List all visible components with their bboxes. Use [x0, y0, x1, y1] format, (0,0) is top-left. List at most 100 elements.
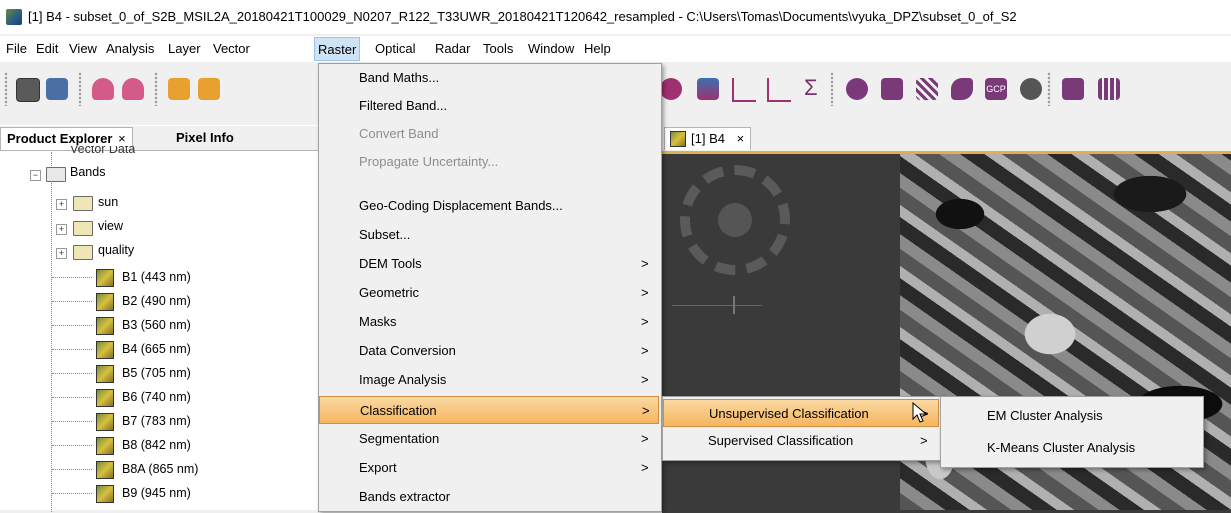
undo-icon[interactable]: [92, 78, 114, 100]
band-icon: [96, 437, 114, 455]
mouse-cursor-icon: [912, 402, 928, 423]
info-icon[interactable]: [660, 78, 682, 100]
expand-icon[interactable]: +: [56, 199, 67, 210]
tree-branch: [52, 469, 92, 470]
band-icon: [96, 485, 114, 503]
tree-item-bands[interactable]: Bands: [70, 160, 105, 184]
tree-item-sun[interactable]: sun: [98, 190, 118, 214]
statistics-icon[interactable]: [697, 78, 719, 100]
menu-item-label: K-Means Cluster Analysis: [987, 440, 1136, 455]
submenu-arrow-icon: >: [641, 372, 649, 387]
menu-item-masks[interactable]: Masks >: [319, 308, 659, 336]
menu-item-filtered-band[interactable]: Filtered Band...: [319, 92, 659, 120]
tree-branch: [52, 445, 92, 446]
scatter-plot-icon[interactable]: [767, 78, 791, 102]
folder-icon: [73, 221, 93, 236]
geometry-icon[interactable]: [846, 78, 868, 100]
menu-layer[interactable]: Layer: [166, 40, 203, 58]
menu-item-data-conversion[interactable]: Data Conversion >: [319, 337, 659, 365]
expand-icon[interactable]: +: [56, 248, 67, 259]
window-title: [1] B4 - subset_0_of_S2B_MSIL2A_20180421…: [28, 9, 1017, 24]
collapse-icon[interactable]: −: [30, 170, 41, 181]
menu-item-image-analysis[interactable]: Image Analysis >: [319, 366, 659, 394]
pin-icon[interactable]: [951, 78, 973, 100]
tree-item-band[interactable]: B9 (945 nm): [122, 481, 191, 505]
pan-center-icon[interactable]: [718, 203, 752, 237]
band-icon: [670, 131, 686, 147]
menu-item-geo-coding-displacement[interactable]: Geo-Coding Displacement Bands...: [319, 192, 659, 220]
menu-item-supervised-classification[interactable]: Supervised Classification >: [663, 427, 939, 455]
menu-item-kmeans-cluster-analysis[interactable]: K-Means Cluster Analysis: [941, 433, 1201, 463]
sigma-icon[interactable]: Σ: [804, 74, 818, 102]
menu-item-propagate-uncertainty: Propagate Uncertainty...: [319, 148, 659, 176]
expand-icon[interactable]: +: [56, 224, 67, 235]
tree-item-band[interactable]: B4 (665 nm): [122, 337, 191, 361]
menu-item-label: Unsupervised Classification: [709, 406, 869, 421]
menu-item-export[interactable]: Export >: [319, 454, 659, 482]
band-icon: [96, 269, 114, 287]
tree-item-view[interactable]: view: [98, 214, 123, 238]
toolbar-grip: [4, 72, 8, 106]
menu-radar[interactable]: Radar: [433, 40, 472, 58]
zoom-slider-handle[interactable]: [733, 296, 735, 314]
menu-window[interactable]: Window: [526, 40, 576, 58]
menu-help[interactable]: Help: [582, 40, 613, 58]
toolbar-separator: [830, 72, 834, 106]
submenu-arrow-icon: >: [642, 403, 650, 418]
menu-item-subset[interactable]: Subset...: [319, 221, 659, 249]
zoom-slider-track[interactable]: [672, 305, 762, 306]
menu-item-dem-tools[interactable]: DEM Tools >: [319, 250, 659, 278]
menu-file[interactable]: File: [4, 40, 29, 58]
tree-item-band[interactable]: B8A (865 nm): [122, 457, 198, 481]
menu-analysis[interactable]: Analysis: [104, 40, 156, 58]
tree-item-vector-data[interactable]: Vector Data: [70, 146, 135, 156]
menu-item-unsupervised-classification[interactable]: Unsupervised Classification>: [663, 399, 939, 427]
batch-processing-icon[interactable]: [1098, 78, 1120, 100]
tree-item-band[interactable]: B3 (560 nm): [122, 313, 191, 337]
tree-branch: [52, 325, 92, 326]
menu-edit[interactable]: Edit: [34, 40, 60, 58]
submenu-arrow-icon: >: [641, 460, 649, 475]
toolbar-separator: [78, 72, 82, 106]
open-product-icon[interactable]: [16, 78, 40, 102]
gcp-icon[interactable]: GCP: [985, 78, 1007, 100]
profile-plot-icon[interactable]: [732, 78, 756, 102]
menu-raster[interactable]: Raster: [314, 37, 361, 61]
tree-item-band[interactable]: B2 (490 nm): [122, 289, 191, 313]
menu-tools[interactable]: Tools: [481, 40, 515, 58]
tree-branch: [52, 493, 92, 494]
menu-item-classification[interactable]: Classification >: [319, 396, 659, 424]
menu-item-band-maths[interactable]: Band Maths...: [319, 64, 659, 92]
graph-builder-icon[interactable]: [1062, 78, 1084, 100]
menu-item-geometric[interactable]: Geometric >: [319, 279, 659, 307]
menu-item-label: Data Conversion: [359, 343, 456, 358]
tree-item-band[interactable]: B5 (705 nm): [122, 361, 191, 385]
tab-pixel-info[interactable]: Pixel Info: [170, 127, 240, 149]
close-icon[interactable]: ×: [737, 131, 745, 146]
mask-icon[interactable]: [1020, 78, 1042, 100]
menu-optical[interactable]: Optical: [373, 40, 417, 58]
reprojection-icon[interactable]: [881, 78, 903, 100]
tree-branch: [52, 301, 92, 302]
tree-item-band[interactable]: B7 (783 nm): [122, 409, 191, 433]
tree-item-band[interactable]: B8 (842 nm): [122, 433, 191, 457]
redo-icon[interactable]: [122, 78, 144, 100]
grid-icon[interactable]: [916, 78, 938, 100]
folder-icon: [73, 196, 93, 211]
menu-item-segmentation[interactable]: Segmentation >: [319, 425, 659, 453]
menu-item-bands-extractor[interactable]: Bands extractor: [319, 483, 659, 511]
export-raster-icon[interactable]: [198, 78, 220, 100]
band-icon: [96, 317, 114, 335]
menu-item-em-cluster-analysis[interactable]: EM Cluster Analysis: [941, 401, 1201, 431]
menu-item-label: Image Analysis: [359, 372, 447, 387]
tree-item-quality[interactable]: quality: [98, 238, 134, 262]
save-product-icon[interactable]: [46, 78, 68, 100]
band-icon: [96, 365, 114, 383]
tree-item-band[interactable]: B1 (443 nm): [122, 265, 191, 289]
menu-view[interactable]: View: [67, 40, 99, 58]
tree-item-band[interactable]: B6 (740 nm): [122, 385, 191, 409]
import-raster-icon[interactable]: [168, 78, 190, 100]
close-icon[interactable]: ×: [118, 131, 126, 146]
tree-branch: [52, 277, 92, 278]
menu-vector[interactable]: Vector: [211, 40, 252, 58]
